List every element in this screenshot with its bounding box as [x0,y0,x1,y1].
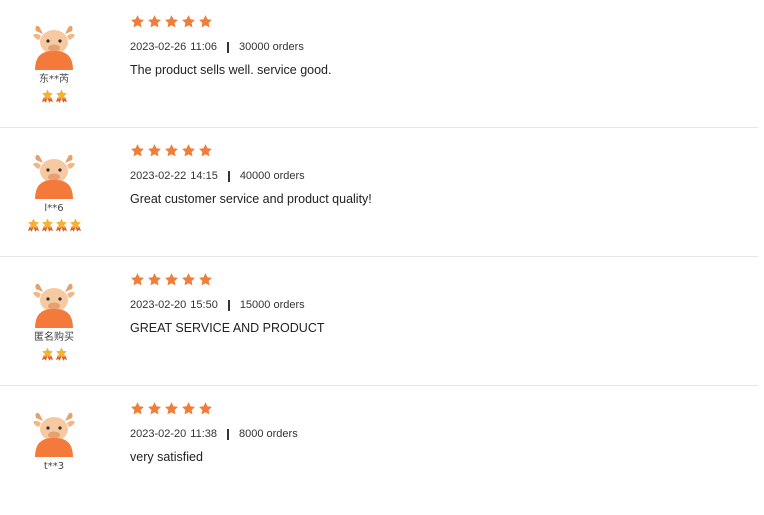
star-icon [164,143,179,158]
medal-icon [41,89,54,103]
star-icon [147,272,162,287]
review-time: 11:06 [190,41,217,53]
order-count: 15000 orders [239,299,305,311]
review-time: 14:15 [190,170,218,182]
star-icon [147,401,162,416]
reviewer-info: l**6 [14,151,94,232]
star-icon [198,272,213,287]
review-content: 2023-02-26 11:06 30000 orders The product s… [130,14,748,77]
review-meta: 2023-02-20 15:50 15000 orders [130,298,748,312]
avatar [29,151,79,199]
star-icon [198,401,213,416]
avatar [29,22,79,70]
star-icon [198,14,213,29]
review-date: 2023-02-20 [130,428,187,440]
reviewer-info: 匿名购买 [14,280,94,361]
user-badges [14,89,94,103]
review-content: 2023-02-22 14:15 40000 orders Great custome… [130,143,748,206]
rating-stars [130,143,748,161]
medal-icon [27,218,40,232]
star-icon [181,143,196,158]
meta-separator [227,41,229,53]
medal-icon [41,218,54,232]
review-item: 匿名购买 2023-02-20 15:50 15000 orders GREAT SER… [0,258,758,386]
review-meta: 2023-02-20 11:38 8000 orders [130,427,748,441]
review-item: l**6 2023-02-22 14:15 40000 orders Great cus… [0,129,758,257]
star-icon [164,401,179,416]
review-time: 11:38 [190,428,217,440]
rating-stars [130,401,748,419]
review-meta: 2023-02-22 14:15 40000 orders [130,169,748,183]
rating-stars [130,272,748,290]
star-icon [164,272,179,287]
review-content: 2023-02-20 11:38 8000 orders very satisfied [130,401,748,464]
review-date: 2023-02-26 [130,41,187,53]
meta-separator [227,428,229,440]
star-icon [181,401,196,416]
medal-icon [69,218,82,232]
review-date: 2023-02-22 [130,170,187,182]
user-badges [14,347,94,361]
review-item: t**3 2023-02-20 11:38 8000 orders very satis… [0,387,758,515]
review-item: 东**芮 2023-02-26 11:06 30000 orders The produ… [0,0,758,128]
user-name: t**3 [43,461,65,472]
medal-icon [41,347,54,361]
review-text: GREAT SERVICE AND PRODUCT [130,321,325,335]
review-text: Great customer service and product quali… [130,192,372,206]
avatar [29,280,79,328]
review-time: 15:50 [190,299,218,311]
star-icon [164,14,179,29]
star-icon [130,401,145,416]
reviewer-info: t**3 [14,409,94,490]
meta-separator [227,299,230,311]
rating-stars [130,14,748,32]
star-icon [198,143,213,158]
order-count: 40000 orders [239,170,305,182]
review-content: 2023-02-20 15:50 15000 orders GREAT SERVICE… [130,272,748,335]
avatar [29,409,79,457]
star-icon [181,14,196,29]
review-meta: 2023-02-26 11:06 30000 orders [130,40,748,54]
meta-separator [227,170,230,182]
star-icon [147,143,162,158]
star-icon [130,14,145,29]
user-badges [14,476,94,490]
reviewer-info: 东**芮 [14,22,94,103]
review-list: 东**芮 2023-02-26 11:06 30000 orders The produ… [0,0,764,474]
user-badges [14,218,94,232]
medal-icon [55,89,68,103]
review-date: 2023-02-20 [130,299,187,311]
user-name: 匿名购买 [34,332,74,343]
user-name: l**6 [44,203,64,214]
star-icon [181,272,196,287]
review-text: very satisfied [130,450,203,464]
order-count: 30000 orders [239,41,304,53]
medal-icon [55,347,68,361]
user-name: 东**芮 [39,74,69,85]
star-icon [130,143,145,158]
star-icon [147,14,162,29]
review-text: The product sells well. service good. [130,63,332,77]
order-count: 8000 orders [239,428,298,440]
medal-icon [55,218,68,232]
star-icon [130,272,145,287]
